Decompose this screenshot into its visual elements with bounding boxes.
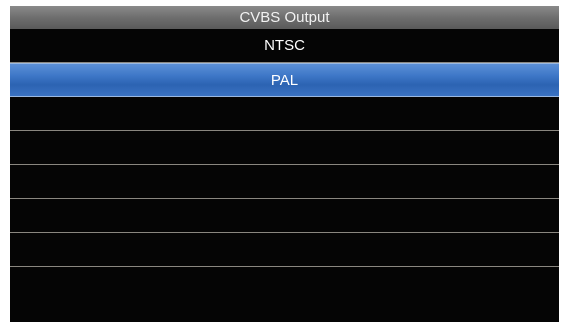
- empty-row-3: [10, 165, 559, 199]
- empty-row-4: [10, 199, 559, 233]
- screen-title: CVBS Output: [10, 6, 559, 29]
- option-pal[interactable]: PAL: [10, 63, 559, 97]
- empty-row-2: [10, 131, 559, 165]
- empty-row-1: [10, 97, 559, 131]
- device-frame: CVBS Output NTSC PAL: [0, 0, 571, 325]
- empty-row-5: [10, 233, 559, 267]
- option-list: NTSC PAL: [10, 29, 559, 267]
- option-ntsc[interactable]: NTSC: [10, 29, 559, 63]
- device-screen: CVBS Output NTSC PAL: [10, 6, 559, 322]
